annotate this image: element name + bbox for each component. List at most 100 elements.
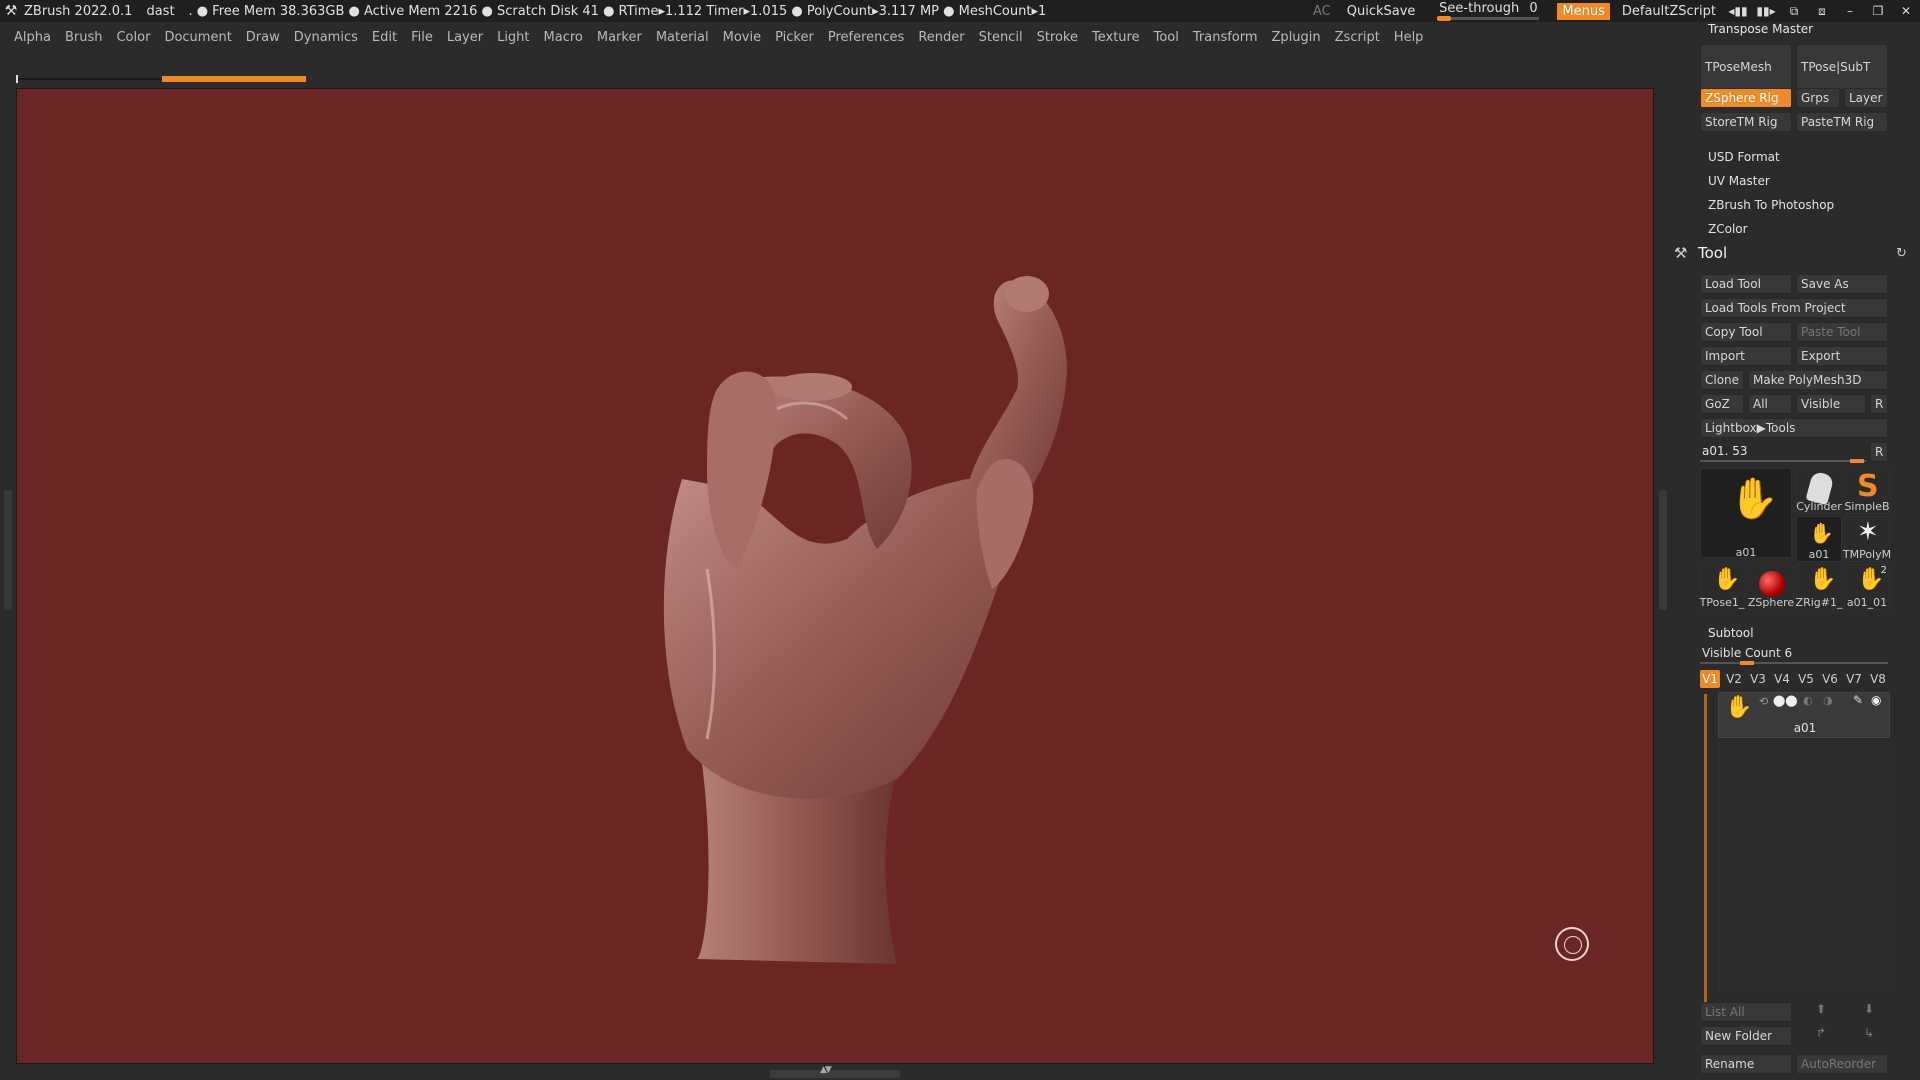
paste-tool-button[interactable]: Paste Tool xyxy=(1796,322,1888,342)
subtool-mask-icon[interactable]: ◑ xyxy=(1823,694,1833,707)
new-folder-button[interactable]: New Folder xyxy=(1700,1026,1792,1046)
subtool-polypaint-icon[interactable]: ⟲ xyxy=(1759,695,1768,708)
tab-v1[interactable]: V1 xyxy=(1700,670,1720,688)
default-zscript-button[interactable]: DefaultZScript xyxy=(1622,4,1716,19)
menu-material[interactable]: Material xyxy=(656,30,709,45)
subtool-toggle-icon[interactable]: ⬤⬤ xyxy=(1773,694,1798,707)
menu-draw[interactable]: Draw xyxy=(246,30,280,45)
quicksave-button[interactable]: QuickSave xyxy=(1347,4,1416,19)
right-tray-handle[interactable] xyxy=(1659,490,1667,610)
goz-r-button[interactable]: R xyxy=(1870,394,1888,414)
import-button[interactable]: Import xyxy=(1700,346,1792,366)
menu-marker[interactable]: Marker xyxy=(597,30,642,45)
left-tray-handle[interactable] xyxy=(4,490,12,610)
tab-v4[interactable]: V4 xyxy=(1772,670,1792,688)
store-tm-rig-button[interactable]: StoreTM Rig xyxy=(1700,112,1792,132)
save-as-button[interactable]: Save As xyxy=(1796,274,1888,294)
menu-texture[interactable]: Texture xyxy=(1092,30,1140,45)
refresh-icon[interactable]: ↻ xyxy=(1896,246,1907,261)
tab-v8[interactable]: V8 xyxy=(1868,670,1888,688)
move-down-arrow-icon[interactable]: ⬇ xyxy=(1864,1002,1874,1016)
layout-left-icon[interactable]: ◂▮▮ xyxy=(1724,4,1752,18)
move-up-arrow-icon[interactable]: ⬆ xyxy=(1816,1002,1826,1016)
folder-in-icon[interactable]: ↱ xyxy=(1816,1026,1826,1040)
menu-zscript[interactable]: Zscript xyxy=(1335,30,1380,45)
plugin-uv-master[interactable]: UV Master xyxy=(1708,174,1770,188)
see-through-knob[interactable] xyxy=(1437,16,1452,21)
menu-color[interactable]: Color xyxy=(116,30,150,45)
goz-visible-button[interactable]: Visible xyxy=(1796,394,1866,414)
tool-palette-title[interactable]: Tool xyxy=(1698,244,1727,262)
menus-toggle[interactable]: Menus xyxy=(1557,2,1610,20)
subtool-scrollbar[interactable] xyxy=(1704,694,1707,1002)
menu-stroke[interactable]: Stroke xyxy=(1037,30,1078,45)
menu-macro[interactable]: Macro xyxy=(544,30,583,45)
tab-v6[interactable]: V6 xyxy=(1820,670,1840,688)
grps-toggle[interactable]: Grps xyxy=(1796,88,1840,108)
menu-tool[interactable]: Tool xyxy=(1154,30,1179,45)
clone-button[interactable]: Clone xyxy=(1700,370,1744,390)
tab-v7[interactable]: V7 xyxy=(1844,670,1864,688)
plugin-zbrush-to-photoshop[interactable]: ZBrush To Photoshop xyxy=(1708,198,1834,212)
menu-preferences[interactable]: Preferences xyxy=(828,30,904,45)
menu-edit[interactable]: Edit xyxy=(372,30,397,45)
zbrush-logo-icon[interactable]: ⚒ xyxy=(2,2,20,20)
eye-icon[interactable]: ◉ xyxy=(1871,693,1881,707)
subtool-brush-icon[interactable]: ✎ xyxy=(1853,693,1863,707)
tab-v2[interactable]: V2 xyxy=(1724,670,1744,688)
list-all-button[interactable]: List All xyxy=(1700,1002,1792,1022)
make-polymesh3d-button[interactable]: Make PolyMesh3D xyxy=(1748,370,1888,390)
subtool-dynamics-icon[interactable]: ◐ xyxy=(1803,694,1813,707)
menu-file[interactable]: File xyxy=(411,30,433,45)
rename-button[interactable]: Rename xyxy=(1700,1054,1792,1074)
menu-stencil[interactable]: Stencil xyxy=(979,30,1023,45)
menu-movie[interactable]: Movie xyxy=(723,30,761,45)
goz-button[interactable]: GoZ xyxy=(1700,394,1744,414)
plugin-usd-format[interactable]: USD Format xyxy=(1708,150,1780,164)
menu-render[interactable]: Render xyxy=(918,30,964,45)
menu-alpha[interactable]: Alpha xyxy=(14,30,51,45)
menu-layer[interactable]: Layer xyxy=(447,30,483,45)
bottom-tray-handle[interactable] xyxy=(770,1065,900,1078)
zsphere-rig-toggle[interactable]: ZSphere Rig xyxy=(1700,88,1792,108)
layout-right-icon[interactable]: ▮▮▸ xyxy=(1752,4,1780,18)
menu-picker[interactable]: Picker xyxy=(775,30,814,45)
subtool-header[interactable]: Subtool xyxy=(1708,626,1754,644)
tab-v5[interactable]: V5 xyxy=(1796,670,1816,688)
current-tool-slider[interactable]: a01. 53 xyxy=(1700,442,1866,463)
tpose-mesh-button[interactable]: TPoseMesh xyxy=(1700,44,1792,90)
tool-thumb-a01-large[interactable]: ✋ xyxy=(1700,468,1792,558)
copy-tool-button[interactable]: Copy Tool xyxy=(1700,322,1792,342)
current-tool-knob[interactable] xyxy=(1850,459,1864,463)
menu-light[interactable]: Light xyxy=(497,30,529,45)
tab-v3[interactable]: V3 xyxy=(1748,670,1768,688)
document-canvas[interactable] xyxy=(16,88,1654,1064)
load-tools-from-project-button[interactable]: Load Tools From Project xyxy=(1700,298,1888,318)
tile-windows-icon[interactable]: ⧉ xyxy=(1780,4,1808,19)
plugin-zcolor[interactable]: ZColor xyxy=(1708,222,1748,236)
visible-count-knob[interactable] xyxy=(1740,661,1754,665)
visible-count-slider[interactable]: Visible Count 6 xyxy=(1700,644,1888,665)
ac-label[interactable]: AC xyxy=(1313,4,1331,19)
minimize-icon[interactable]: – xyxy=(1836,4,1864,18)
layer-toggle[interactable]: Layer xyxy=(1844,88,1888,108)
see-through-slider[interactable]: See-through 0 xyxy=(1433,0,1543,22)
load-tool-button[interactable]: Load Tool xyxy=(1700,274,1792,294)
maximize-icon[interactable]: ❐ xyxy=(1864,4,1892,18)
export-button[interactable]: Export xyxy=(1796,346,1888,366)
menu-zplugin[interactable]: Zplugin xyxy=(1272,30,1321,45)
menu-document[interactable]: Document xyxy=(164,30,231,45)
transpose-master-header[interactable]: Transpose Master xyxy=(1708,22,1813,40)
subtool-item[interactable]: ✋ ⟲ ⬤⬤ ◐ ◑ ✎ ◉ a01 xyxy=(1718,692,1890,738)
folder-out-icon[interactable]: ↳ xyxy=(1864,1026,1874,1040)
autoreorder-button[interactable]: AutoReorder xyxy=(1796,1054,1888,1074)
menu-help[interactable]: Help xyxy=(1394,30,1424,45)
restore-layout-icon[interactable]: ⧈ xyxy=(1808,4,1836,19)
lightbox-tools-button[interactable]: Lightbox▶Tools xyxy=(1700,418,1888,438)
tool-r-button[interactable]: R xyxy=(1870,442,1888,462)
close-icon[interactable]: ✕ xyxy=(1892,4,1920,18)
tool-palette-pin-icon[interactable]: ⚒ xyxy=(1674,244,1687,262)
tpose-subt-button[interactable]: TPose|SubT xyxy=(1796,44,1888,90)
menu-transform[interactable]: Transform xyxy=(1193,30,1258,45)
menu-dynamics[interactable]: Dynamics xyxy=(294,30,358,45)
